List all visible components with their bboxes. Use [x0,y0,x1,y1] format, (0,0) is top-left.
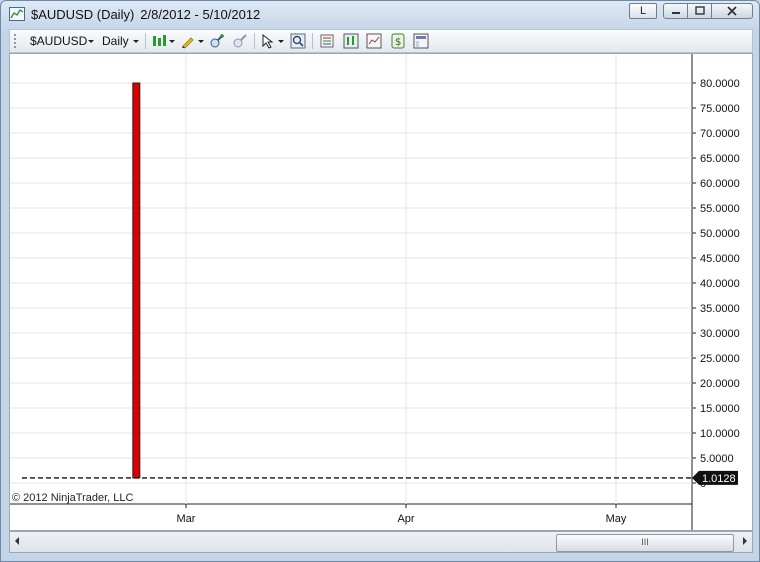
price-bar [132,82,141,479]
interval-selector[interactable]: Daily [102,33,129,49]
close-button[interactable] [711,3,753,19]
y-tick-label: 45.0000 [700,253,740,265]
toolbar-grip[interactable] [14,34,18,48]
indicators-icon[interactable] [366,33,382,49]
close-icon [727,6,737,16]
y-tick-label: 65.0000 [700,153,740,165]
horizontal-scrollbar[interactable]: III [9,531,753,553]
y-tick-label: 5.0000 [700,453,734,465]
y-tick-label: 40.0000 [700,278,740,290]
svg-text:$: $ [395,37,401,48]
zoom-in-icon[interactable] [209,33,225,49]
y-tick-label: 20.0000 [700,378,740,390]
minimize-button[interactable] [663,3,689,19]
window-title: $AUDUSD (Daily) 2/8/2012 - 5/10/2012 [31,7,266,22]
y-tick-label: 75.0000 [700,103,740,115]
last-price-label: 1.0128 [702,473,736,485]
x-tick-label: Apr [397,513,414,525]
y-tick-label: 70.0000 [700,128,740,140]
y-tick-label: 25.0000 [700,353,740,365]
price-chart[interactable]: 80.0000 75.0000 70.0000 65.0000 60.0000 55.00… [10,54,752,530]
title-bar[interactable]: $AUDUSD (Daily) 2/8/2012 - 5/10/2012 L [1,1,759,29]
maximize-button[interactable] [687,3,713,19]
chart-trader-icon[interactable] [413,33,429,49]
properties-icon[interactable] [319,33,335,49]
link-button[interactable]: L [629,3,657,19]
cursor-icon[interactable] [260,33,276,49]
y-tick-label: 35.0000 [700,303,740,315]
scroll-left-icon[interactable] [15,537,19,545]
strategies-icon[interactable] [343,33,359,49]
chart-panel[interactable]: 80.0000 75.0000 70.0000 65.0000 60.0000 55.00… [9,53,753,531]
y-tick-label: 30.0000 [700,328,740,340]
cursor-dropdown-icon[interactable] [278,40,284,43]
y-tick-label: 60.0000 [700,178,740,190]
x-tick-label: May [606,513,627,525]
toolbar-separator [254,33,255,49]
bar-type-dropdown-icon[interactable] [169,40,175,43]
drawing-tools-dropdown-icon[interactable] [198,40,204,43]
y-tick-label: 50.0000 [700,228,740,240]
bar-type-icon[interactable] [151,33,167,49]
maximize-icon [695,6,705,15]
scroll-right-icon[interactable] [743,537,747,545]
copyright-text: © 2012 NinjaTrader, LLC [12,492,134,504]
toolbar-separator [145,33,146,49]
scroll-thumb[interactable]: III [556,534,734,552]
chart-app-icon [9,7,25,21]
search-icon[interactable] [290,33,306,49]
minimize-icon [672,12,680,14]
y-tick-label: 55.0000 [700,203,740,215]
y-tick-label: 10.0000 [700,428,740,440]
interval-dropdown-icon[interactable] [133,40,139,43]
window-title-range: 2/8/2012 - 5/10/2012 [140,7,261,22]
instrument-selector[interactable]: $AUDUSD [30,33,87,49]
data-box-icon[interactable]: $ [390,33,406,49]
instrument-dropdown-icon[interactable] [88,40,94,43]
y-tick-label: 80.0000 [700,78,740,90]
window-title-symbol: $AUDUSD (Daily) [31,7,135,22]
x-tick-label: Mar [177,513,196,525]
y-tick-label: 15.0000 [700,403,740,415]
chart-window: $AUDUSD (Daily) 2/8/2012 - 5/10/2012 L $A… [0,0,760,562]
zoom-out-icon[interactable] [232,33,248,49]
toolbar-separator [312,33,313,49]
chart-toolbar: $AUDUSD Daily $ [9,29,753,53]
drawing-pencil-icon[interactable] [180,33,196,49]
